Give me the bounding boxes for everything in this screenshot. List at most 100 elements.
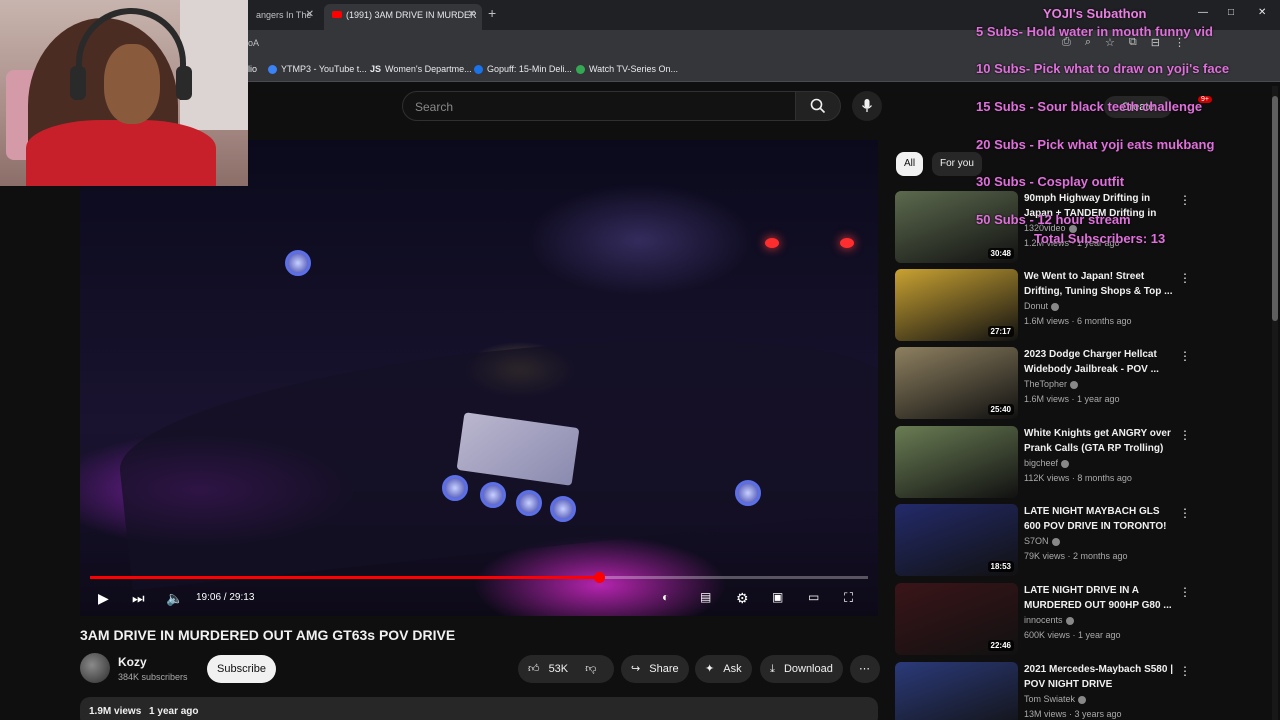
bookmark-item[interactable]: Gopuff: 15-Min Deli... bbox=[474, 64, 572, 74]
recommendation-thumbnail[interactable] bbox=[895, 426, 1018, 498]
recommendation-title[interactable]: LATE NIGHT MAYBACH GLS 600 POV DRIVE IN … bbox=[1024, 504, 1176, 534]
channel-name[interactable]: Kozy bbox=[118, 655, 147, 669]
description-box[interactable] bbox=[80, 697, 878, 720]
duration-badge: 27:17 bbox=[987, 326, 1014, 337]
more-vertical-icon[interactable]: ⋮ bbox=[1179, 193, 1191, 207]
autoplay-toggle-icon[interactable]: ◐ bbox=[662, 590, 669, 604]
channel-avatar[interactable] bbox=[80, 653, 110, 683]
recommendation-thumbnail[interactable]: 30:48 bbox=[895, 191, 1018, 263]
seek-bar-handle[interactable] bbox=[593, 572, 605, 583]
more-actions-button[interactable]: ⋯ bbox=[850, 655, 880, 683]
channel-label: innocents bbox=[1024, 615, 1063, 625]
more-vertical-icon[interactable]: ⋮ bbox=[1179, 506, 1191, 520]
recommendation-title[interactable]: 2023 Dodge Charger Hellcat Widebody Jail… bbox=[1024, 347, 1176, 377]
more-vertical-icon[interactable]: ⋮ bbox=[1179, 349, 1191, 363]
recommendation-channel[interactable]: bigcheef bbox=[1024, 458, 1070, 468]
subscribe-button[interactable]: Subscribe bbox=[207, 655, 276, 683]
search-button[interactable] bbox=[795, 91, 841, 121]
bookmark-item[interactable]: Watch TV-Series On... bbox=[576, 64, 678, 74]
volume-icon[interactable]: 🔈 bbox=[166, 590, 183, 607]
new-tab-icon[interactable]: + bbox=[488, 5, 496, 21]
recommendation-item[interactable]: 27:17 We Went to Japan! Street Drifting, … bbox=[895, 269, 1195, 343]
webcam-window-light bbox=[180, 0, 248, 130]
address-text[interactable]: oA bbox=[248, 38, 259, 48]
recommendation-thumbnail[interactable]: 22:46 bbox=[895, 583, 1018, 655]
recommendation-item[interactable]: 18:53 LATE NIGHT MAYBACH GLS 600 POV DRIV… bbox=[895, 504, 1195, 578]
recommendation-channel[interactable]: S7ON bbox=[1024, 536, 1060, 546]
tab-close-icon[interactable]: ✕ bbox=[306, 4, 314, 26]
subathon-goal: 20 Subs - Pick what yoji eats mukbang bbox=[976, 137, 1215, 152]
share-button[interactable]: ↪ Share bbox=[621, 655, 689, 683]
ask-button[interactable]: ✦ Ask bbox=[695, 655, 752, 683]
close-window-icon[interactable]: ✕ bbox=[1258, 7, 1266, 18]
recommendation-thumbnail[interactable] bbox=[895, 662, 1018, 720]
browser-tab-active[interactable]: (1991) 3AM DRIVE IN MURDER ✕ bbox=[324, 4, 482, 30]
bookmark-item[interactable]: lio bbox=[248, 64, 257, 74]
ytmp3-icon bbox=[268, 64, 277, 74]
recommendation-item[interactable]: 30:48 90mph Highway Drifting in Japan + T… bbox=[895, 191, 1195, 265]
settings-gear-icon[interactable]: ⚙ bbox=[736, 590, 749, 607]
search-box[interactable]: Search bbox=[402, 91, 796, 121]
download-button[interactable]: ⤓ Download bbox=[760, 655, 843, 683]
recommendation-title[interactable]: LATE NIGHT DRIVE IN A MURDERED OUT 900HP… bbox=[1024, 583, 1176, 613]
scrollbar-thumb[interactable] bbox=[1272, 96, 1278, 321]
recommendation-channel[interactable]: innocents bbox=[1024, 615, 1074, 625]
subtitles-icon[interactable]: ▤ bbox=[700, 590, 711, 604]
more-vertical-icon[interactable]: ⋮ bbox=[1179, 585, 1191, 599]
bookmark-label: Watch TV-Series On... bbox=[589, 64, 679, 74]
player-controls: ▶ ⏭ 🔈 19:06 / 29:13 ◐ ▤ ⚙ ▣ ▭ ⛶ bbox=[80, 586, 878, 612]
verified-icon bbox=[1070, 380, 1079, 389]
video-frame-vent bbox=[516, 490, 542, 516]
chip-for-you[interactable]: For you bbox=[932, 152, 982, 176]
recommendation-thumbnail[interactable]: 18:53 bbox=[895, 504, 1018, 576]
download-icon: ⤓ bbox=[770, 663, 775, 675]
fullscreen-icon[interactable]: ⛶ bbox=[844, 590, 853, 606]
dislike-icon[interactable]: 👎︎ bbox=[585, 663, 596, 675]
recommendation-channel[interactable]: TheTopher bbox=[1024, 379, 1079, 389]
play-icon[interactable]: ▶ bbox=[98, 590, 109, 607]
channel-subscribers: 384K subscribers bbox=[118, 672, 188, 682]
tab-close-icon[interactable]: ✕ bbox=[468, 4, 476, 26]
miniplayer-icon[interactable]: ▣ bbox=[772, 590, 783, 604]
recommendation-thumbnail[interactable]: 27:17 bbox=[895, 269, 1018, 341]
webcam-headset-cup bbox=[70, 66, 86, 100]
bookmark-item[interactable]: YTMP3 - YouTube t... bbox=[268, 64, 367, 74]
voice-search-button[interactable] bbox=[852, 91, 882, 121]
bookmark-item[interactable]: JS Women's Departme... bbox=[370, 64, 472, 74]
minimize-icon[interactable]: — bbox=[1198, 7, 1208, 18]
recommendation-channel[interactable]: Donut bbox=[1024, 301, 1060, 311]
next-icon[interactable]: ⏭ bbox=[132, 590, 145, 607]
video-player[interactable]: ▶ ⏭ 🔈 19:06 / 29:13 ◐ ▤ ⚙ ▣ ▭ ⛶ bbox=[80, 140, 878, 616]
video-frame-vent bbox=[442, 475, 468, 501]
recommendation-item[interactable]: 2021 Mercedes-Maybach S580 | POV NIGHT D… bbox=[895, 662, 1195, 720]
like-icon[interactable]: 👍︎ bbox=[528, 663, 540, 675]
view-count: 1.9M views bbox=[89, 706, 142, 717]
recommendation-title[interactable]: 2021 Mercedes-Maybach S580 | POV NIGHT D… bbox=[1024, 662, 1176, 692]
recommendation-channel[interactable]: Tom Swiatek bbox=[1024, 694, 1087, 704]
more-vertical-icon[interactable]: ⋮ bbox=[1179, 428, 1191, 442]
js-icon: JS bbox=[370, 64, 382, 74]
screen: angers In The ✕ (1991) 3AM DRIVE IN MURDE… bbox=[0, 0, 1280, 720]
maximize-icon[interactable]: □ bbox=[1228, 7, 1234, 18]
recommendation-item[interactable]: 25:40 2023 Dodge Charger Hellcat Widebody… bbox=[895, 347, 1195, 421]
verified-icon bbox=[1051, 302, 1060, 311]
webcam-overlay bbox=[0, 0, 248, 186]
seek-bar[interactable] bbox=[90, 572, 868, 583]
video-frame-taillight bbox=[840, 238, 854, 248]
bookmark-label: YTMP3 - YouTube t... bbox=[281, 64, 367, 74]
recommendation-item[interactable]: 22:46 LATE NIGHT DRIVE IN A MURDERED OUT … bbox=[895, 583, 1195, 657]
webcam-headset-cup bbox=[176, 66, 192, 100]
chip-all[interactable]: All bbox=[896, 152, 924, 176]
theater-mode-icon[interactable]: ▭ bbox=[808, 590, 819, 604]
more-vertical-icon[interactable]: ⋮ bbox=[1179, 271, 1191, 285]
channel-label: S7ON bbox=[1024, 536, 1049, 546]
more-vertical-icon[interactable]: ⋮ bbox=[1179, 664, 1191, 678]
subathon-goal: 5 Subs- Hold water in mouth funny vid bbox=[976, 24, 1213, 39]
browser-tab[interactable]: angers In The ✕ bbox=[248, 4, 320, 30]
recommendation-title[interactable]: White Knights get ANGRY over Prank Calls… bbox=[1024, 426, 1176, 456]
gopuff-icon bbox=[474, 64, 483, 74]
recommendation-thumbnail[interactable]: 25:40 bbox=[895, 347, 1018, 419]
recommendation-item[interactable]: White Knights get ANGRY over Prank Calls… bbox=[895, 426, 1195, 500]
recommendation-title[interactable]: We Went to Japan! Street Drifting, Tunin… bbox=[1024, 269, 1176, 299]
like-count[interactable]: 53K bbox=[549, 663, 569, 675]
